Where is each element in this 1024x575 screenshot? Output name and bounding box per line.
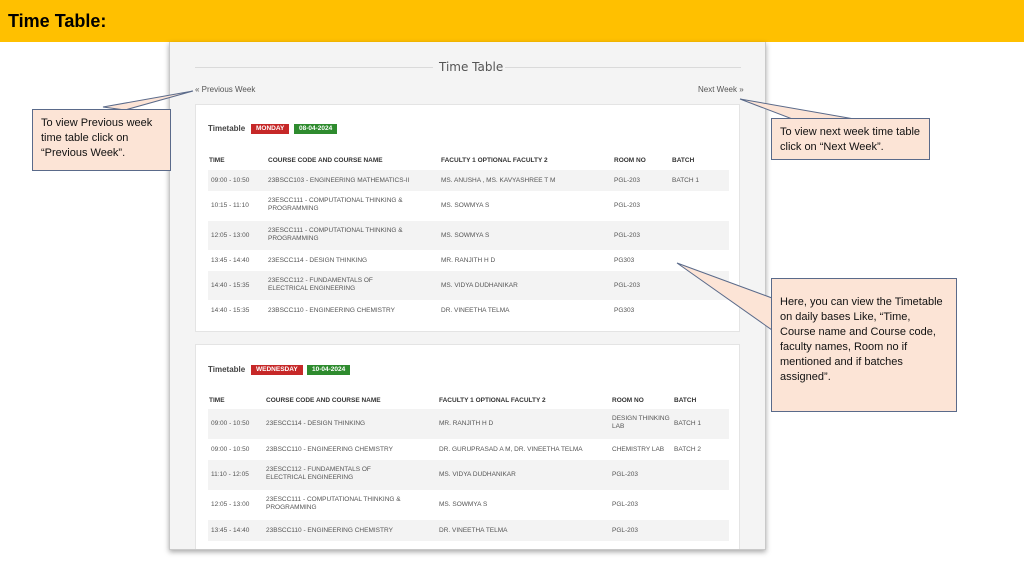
cell-room: CHEMISTRY LAB (612, 446, 665, 453)
cell-course: 23ESCC111 - COMPUTATIONAL THINKING & PRO… (268, 197, 403, 212)
cell-room: PGL-203 (612, 471, 639, 478)
column-header-faculty: FACULTY 1 OPTIONAL FACULTY 2 (439, 397, 546, 404)
table-row: 11:10 - 12:05 23ESCC112 - FUNDAMENTALS O… (208, 460, 729, 490)
column-header-batch: BATCH (672, 157, 695, 164)
date-badge: 10-04-2024 (307, 365, 351, 375)
cell-time: 11:10 - 12:05 (211, 471, 249, 478)
cell-time: 12:05 - 13:00 (211, 232, 250, 239)
cell-time: 13:45 - 14:40 (211, 527, 250, 534)
cell-course: 23ESCC112 - FUNDAMENTALS OF ELECTRICAL E… (268, 277, 373, 292)
callout-daily-view: Here, you can view the Timetable on dail… (771, 278, 957, 412)
timetable-card-wednesday: Timetable WEDNESDAY 10-04-2024 TIME COUR… (195, 344, 740, 549)
cell-faculty: MS. SOWMYA S (441, 232, 490, 239)
table-row: 14:40 - 15:35 23BSCC110 - ENGINEERING CH… (208, 300, 729, 321)
cell-faculty: DR. VINEETHA TELMA (439, 527, 508, 534)
cell-time: 10:15 - 11:10 (211, 202, 249, 209)
day-badge: MONDAY (251, 124, 290, 134)
previous-week-link[interactable]: « Previous Week (195, 85, 255, 94)
cell-faculty: DR. GURUPRASAD A M, DR. VINEETHA TELMA (439, 446, 583, 453)
column-header-time: TIME (209, 157, 225, 164)
table-row: 12:05 - 13:00 23ESCC111 - COMPUTATIONAL … (208, 490, 729, 520)
callout-next-week: To view next week time table click on “N… (771, 118, 930, 160)
column-header-faculty: FACULTY 1 OPTIONAL FACULTY 2 (441, 157, 548, 164)
cell-room: PGL-203 (614, 282, 641, 289)
cell-faculty: MR. RANJITH H D (439, 420, 494, 427)
column-header-room: ROOM NO (614, 157, 646, 164)
cell-time: 09:00 - 10:50 (211, 446, 250, 453)
cell-faculty: MS. SOWMYA S (439, 501, 488, 508)
cell-course: 23BSCC110 - ENGINEERING CHEMISTRY (266, 527, 393, 534)
cell-room: PGL-203 (612, 501, 639, 508)
cell-course: 23BSCC103 - ENGINEERING MATHEMATICS-II (268, 177, 410, 184)
cell-time: 09:00 - 10:50 (211, 420, 250, 427)
header-divider-left (195, 67, 433, 68)
column-header-batch: BATCH (674, 397, 697, 404)
cell-faculty: DR. VINEETHA TELMA (441, 307, 510, 314)
cell-course: 23BSCC110 - ENGINEERING CHEMISTRY (268, 307, 395, 314)
header-divider-right (505, 67, 741, 68)
cell-room: DESIGN THINKING LAB (612, 415, 670, 430)
cell-room: PG303 (614, 257, 635, 264)
column-header-time: TIME (209, 397, 225, 404)
table-row: 13:45 - 14:40 23BSCC110 - ENGINEERING CH… (208, 520, 729, 541)
cell-faculty: MS. VIDYA DUDHANIKAR (439, 471, 516, 478)
card-label: Timetable (208, 365, 246, 374)
cell-course: 23ESCC111 - COMPUTATIONAL THINKING & PRO… (266, 496, 401, 511)
cell-room: PGL-203 (614, 177, 641, 184)
cell-batch: BATCH 1 (672, 177, 699, 184)
cell-batch: BATCH 2 (674, 446, 701, 453)
cell-room: PGL-203 (612, 527, 639, 534)
table-row: 09:00 - 10:50 23BSCC103 - ENGINEERING MA… (208, 170, 729, 191)
slide: Time Table: Time Table « Previous Week N… (0, 0, 1024, 575)
column-header-room: ROOM NO (612, 397, 644, 404)
cell-course: 23ESCC114 - DESIGN THINKING (268, 257, 368, 264)
slide-title: Time Table: (8, 11, 107, 31)
cell-time: 14:40 - 15:35 (211, 282, 250, 289)
cell-room: PGL-203 (614, 202, 641, 209)
cell-faculty: MR. RANJITH H D (441, 257, 496, 264)
table-row: 09:00 - 10:50 23BSCC110 - ENGINEERING CH… (208, 439, 729, 460)
cell-time: 14:40 - 15:35 (211, 307, 250, 314)
title-bar: Time Table: (0, 0, 1024, 42)
table-row: 13:45 - 14:40 23ESCC114 - DESIGN THINKIN… (208, 250, 729, 271)
cell-room: PGL-203 (614, 232, 641, 239)
cell-time: 12:05 - 13:00 (211, 501, 250, 508)
column-header-course: COURSE CODE AND COURSE NAME (266, 397, 381, 404)
cell-course: 23ESCC111 - COMPUTATIONAL THINKING & PRO… (268, 227, 403, 242)
table-row: 14:40 - 15:35 23ESCC112 - FUNDAMENTALS O… (208, 271, 729, 300)
cell-batch: BATCH 1 (674, 420, 701, 427)
callout-previous-week: To view Previous week time table click o… (32, 109, 171, 171)
cell-faculty: MS. SOWMYA S (441, 202, 490, 209)
cell-course: 23ESCC112 - FUNDAMENTALS OF ELECTRICAL E… (266, 466, 371, 481)
column-header-course: COURSE CODE AND COURSE NAME (268, 157, 383, 164)
next-week-link[interactable]: Next Week » (698, 85, 744, 94)
timetable-screenshot: Time Table « Previous Week Next Week » T… (169, 42, 766, 550)
date-badge: 08-04-2024 (294, 124, 338, 134)
cell-room: PG303 (614, 307, 635, 314)
day-badge: WEDNESDAY (251, 365, 303, 375)
cell-course: 23BSCC110 - ENGINEERING CHEMISTRY (266, 446, 393, 453)
table-row: 10:15 - 11:10 23ESCC111 - COMPUTATIONAL … (208, 191, 729, 221)
cell-course: 23ESCC114 - DESIGN THINKING (266, 420, 366, 427)
cell-faculty: MS. ANUSHA , MS. KAVYASHREE T M (441, 177, 556, 184)
cell-faculty: MS. VIDYA DUDHANIKAR (441, 282, 518, 289)
cell-time: 09:00 - 10:50 (211, 177, 250, 184)
timetable-header: Time Table (439, 60, 504, 74)
table-row: 12:05 - 13:00 23ESCC111 - COMPUTATIONAL … (208, 221, 729, 250)
table-row: 09:00 - 10:50 23ESCC114 - DESIGN THINKIN… (208, 409, 729, 439)
cell-time: 13:45 - 14:40 (211, 257, 250, 264)
timetable-card-monday: Timetable MONDAY 08-04-2024 TIME COURSE … (195, 104, 740, 332)
card-label: Timetable (208, 124, 246, 133)
